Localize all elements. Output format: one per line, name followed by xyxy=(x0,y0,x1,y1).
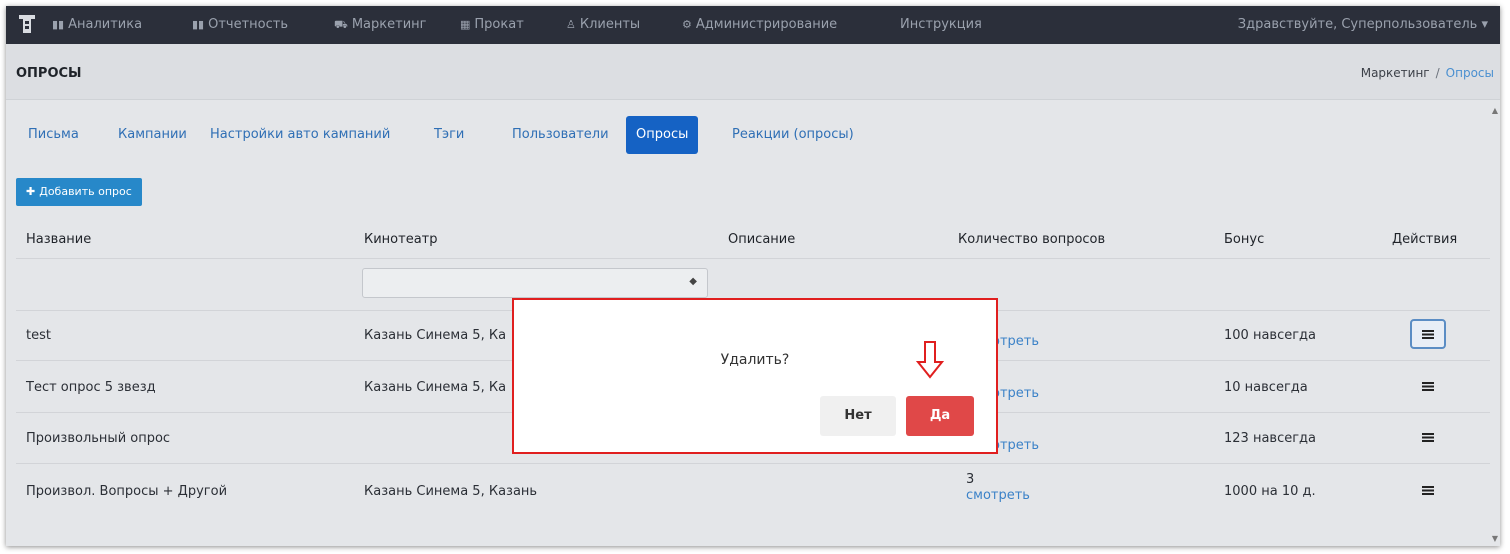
nav-item-analytics[interactable]: ▮▮ Аналитика xyxy=(52,17,142,32)
breadcrumb-parent[interactable]: Маркетинг xyxy=(1361,66,1430,80)
select-arrows-icon: ◆ xyxy=(689,276,697,287)
nav-item-marketing[interactable]: ⛟ Маркетинг xyxy=(334,17,426,33)
cart-icon: ⛟ xyxy=(334,18,348,31)
table-row-name: Произвольный опрос xyxy=(26,431,171,446)
scroll-down-arrow-icon[interactable]: ▼ xyxy=(1492,534,1498,543)
nav-item-admin[interactable]: ⚙ Администрирование xyxy=(682,17,837,32)
page-header: ОПРОСЫ Маркетинг / Опросы xyxy=(6,44,1500,100)
nav-item-label: Прокат xyxy=(474,17,524,32)
gears-icon: ⚙ xyxy=(682,18,692,31)
nav-item-label: Инструкция xyxy=(900,17,982,32)
column-header-actions: Действия xyxy=(1392,232,1458,247)
breadcrumb-current: Опросы xyxy=(1445,66,1494,80)
list-icon[interactable] xyxy=(1422,382,1434,391)
film-icon: ▦ xyxy=(460,18,471,31)
logo-icon[interactable] xyxy=(18,13,36,35)
table-row-bonus: 1000 на 10 д. xyxy=(1224,484,1316,499)
table-divider xyxy=(16,258,1490,259)
column-header-name: Название xyxy=(26,232,92,247)
add-survey-label: Добавить опрос xyxy=(39,185,132,198)
page-title: ОПРОСЫ xyxy=(16,66,82,81)
users-icon: ♙ xyxy=(566,18,576,31)
add-survey-button[interactable]: ✚ Добавить опрос xyxy=(16,178,142,206)
breadcrumb: Маркетинг / Опросы xyxy=(1361,66,1494,80)
top-navbar: ▮▮ Аналитика ▮▮ Отчетность ⛟ Маркетинг ▦ Про… xyxy=(6,6,1500,44)
plus-icon: ✚ xyxy=(26,185,36,198)
down-arrow-icon xyxy=(916,341,944,379)
table-row-name: Тест опрос 5 звезд xyxy=(26,380,156,395)
table-row-name: test xyxy=(26,328,51,343)
nav-item-label: Администрирование xyxy=(695,17,838,32)
nav-item-rental[interactable]: ▦ Прокат xyxy=(460,17,524,32)
nav-item-label: Маркетинг xyxy=(351,17,427,32)
tab-auto-campaign-settings[interactable]: Настройки авто кампаний xyxy=(200,116,400,154)
table-row-bonus: 100 навсегда xyxy=(1224,328,1317,343)
nav-item-clients[interactable]: ♙ Клиенты xyxy=(566,17,640,32)
nav-item-instructions[interactable]: Инструкция xyxy=(900,17,982,32)
delete-confirm-dialog: Удалить? Нет Да xyxy=(512,298,998,454)
column-header-questions: Количество вопросов xyxy=(958,232,1106,247)
list-icon[interactable] xyxy=(1422,486,1434,495)
nav-item-label: Аналитика xyxy=(68,17,143,32)
user-menu[interactable]: Здравствуйте, Суперпользователь ▾ xyxy=(1238,17,1488,32)
list-icon xyxy=(1422,330,1434,339)
list-icon[interactable] xyxy=(1422,433,1434,442)
no-button[interactable]: Нет xyxy=(820,396,896,436)
nav-item-label: Клиенты xyxy=(579,17,641,32)
table-row-cinema: Казань Синема 5, Ка xyxy=(364,328,507,343)
column-header-cinema: Кинотеатр xyxy=(364,232,438,247)
bar-chart-icon: ▮▮ xyxy=(192,18,205,31)
nav-item-reports[interactable]: ▮▮ Отчетность xyxy=(192,17,288,32)
tab-campaigns[interactable]: Кампании xyxy=(108,116,197,154)
table-row-cinema: Казань Синема 5, Казань xyxy=(364,484,538,499)
questions-count: 3 xyxy=(966,472,975,487)
table-row-name: Произвол. Вопросы + Другой xyxy=(26,484,228,499)
bar-chart-icon: ▮▮ xyxy=(52,18,65,31)
questions-view-link[interactable]: отреть xyxy=(992,334,1039,349)
tab-users[interactable]: Пользователи xyxy=(502,116,619,154)
tab-surveys[interactable]: Опросы xyxy=(626,116,699,154)
table-row-cinema: Казань Синема 5, Ка xyxy=(364,380,507,395)
tab-letters[interactable]: Письма xyxy=(18,116,89,154)
yes-button[interactable]: Да xyxy=(906,396,974,436)
questions-view-link[interactable]: отреть xyxy=(992,386,1039,401)
column-header-description: Описание xyxy=(728,232,796,247)
cinema-filter-select[interactable]: ◆ xyxy=(362,268,708,298)
app-frame: ▮▮ Аналитика ▮▮ Отчетность ⛟ Маркетинг ▦ Про… xyxy=(6,6,1500,546)
tab-tags[interactable]: Тэги xyxy=(424,116,474,154)
nav-item-label: Отчетность xyxy=(208,17,289,32)
table-row-bonus: 123 навсегда xyxy=(1224,431,1317,446)
questions-view-link[interactable]: отреть xyxy=(992,438,1039,453)
questions-view-link[interactable]: смотреть xyxy=(966,488,1030,503)
breadcrumb-separator: / xyxy=(1435,66,1440,80)
table-row-bonus: 10 навсегда xyxy=(1224,380,1308,395)
tab-survey-reactions[interactable]: Реакции (опросы) xyxy=(722,116,864,154)
column-header-bonus: Бонус xyxy=(1224,232,1265,247)
scroll-up-arrow-icon[interactable]: ▲ xyxy=(1492,106,1498,115)
table-divider xyxy=(16,463,1490,464)
